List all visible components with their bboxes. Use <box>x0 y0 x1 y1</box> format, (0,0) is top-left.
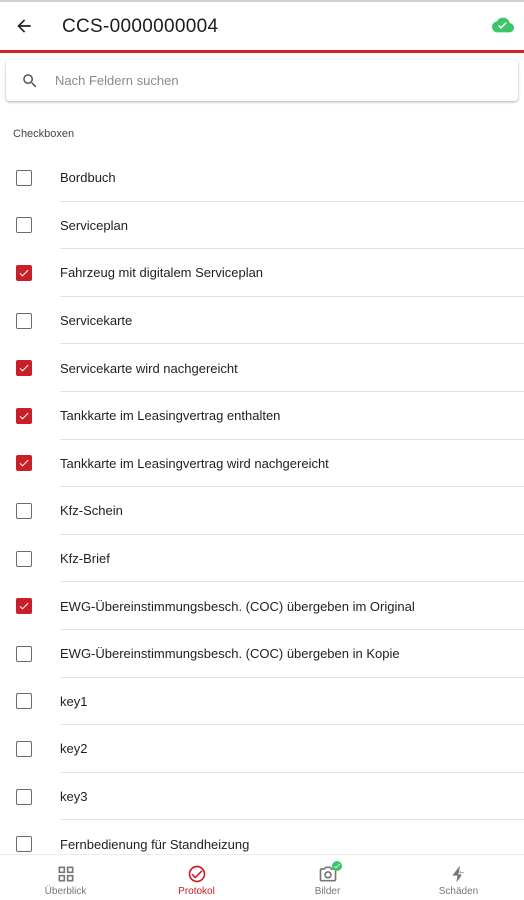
list-item[interactable]: Kfz-Brief <box>0 535 524 583</box>
checkbox-label: key2 <box>60 741 88 757</box>
check-circle-icon <box>188 865 205 883</box>
checkbox-label: Servicekarte <box>60 313 133 329</box>
checkbox-label: key3 <box>60 789 88 805</box>
nav-label-images: Bilder <box>314 886 341 897</box>
list-item[interactable]: key1 <box>0 678 524 726</box>
page-title: CCS-0000000004 <box>62 16 219 37</box>
checkbox[interactable] <box>16 217 32 234</box>
checkbox[interactable] <box>16 264 32 281</box>
lightning-icon <box>451 865 464 883</box>
checkbox-label: Fahrzeug mit digitalem Serviceplan <box>60 265 264 281</box>
list-item[interactable]: key2 <box>0 725 524 773</box>
checkbox-label: key1 <box>60 693 88 709</box>
checkbox[interactable] <box>16 740 32 757</box>
checkbox-label: Tankkarte im Leasingvertrag wird nachger… <box>60 455 329 471</box>
checkbox[interactable] <box>16 788 32 805</box>
checkbox[interactable] <box>16 360 32 377</box>
checkbox-list: Bordbuch Serviceplan Fahrzeug mit digita… <box>0 154 524 868</box>
list-item[interactable]: Kfz-Schein <box>0 487 524 535</box>
list-item[interactable]: Bordbuch <box>0 154 524 202</box>
checkbox-label: Kfz-Brief <box>60 551 110 567</box>
search-bar[interactable] <box>6 60 518 101</box>
checkbox-label: EWG-Übereinstimmungsbesch. (COC) übergeb… <box>60 646 400 662</box>
checkbox[interactable] <box>16 455 32 472</box>
grid-icon <box>58 866 73 882</box>
section-label: Checkboxen <box>13 128 75 140</box>
list-item[interactable]: Servicekarte wird nachgereicht <box>0 344 524 392</box>
list-item[interactable]: Tankkarte im Leasingvertrag enthalten <box>0 392 524 440</box>
checkbox[interactable] <box>16 502 32 519</box>
checkbox-label: Kfz-Schein <box>60 503 123 519</box>
list-item[interactable]: Servicekarte <box>0 297 524 345</box>
list-item[interactable]: Fahrzeug mit digitalem Serviceplan <box>0 249 524 297</box>
checkbox[interactable] <box>16 693 32 710</box>
checkbox-label: Fernbedienung für Standheizung <box>60 836 250 852</box>
list-item[interactable]: EWG-Übereinstimmungsbesch. (COC) übergeb… <box>0 582 524 630</box>
nav-item-overview[interactable]: Überblick <box>0 855 131 900</box>
checkbox[interactable] <box>16 598 32 615</box>
arrow-left-icon <box>17 19 31 33</box>
app-bar: CCS-0000000004 <box>0 0 524 52</box>
nav-label-overview: Überblick <box>44 886 87 897</box>
checkbox-label: Tankkarte im Leasingvertrag enthalten <box>60 408 281 424</box>
list-item[interactable]: EWG-Übereinstimmungsbesch. (COC) übergeb… <box>0 630 524 678</box>
checkbox[interactable] <box>16 407 32 424</box>
list-item[interactable]: Tankkarte im Leasingvertrag wird nachger… <box>0 440 524 488</box>
checkbox-label: Bordbuch <box>60 170 116 186</box>
checkbox[interactable] <box>16 169 32 186</box>
list-item[interactable]: Serviceplan <box>0 202 524 250</box>
nav-item-protocol[interactable]: Protokol <box>131 855 262 900</box>
checkbox[interactable] <box>16 312 32 329</box>
nav-label-damages: Schäden <box>438 886 479 897</box>
back-button[interactable] <box>8 10 40 42</box>
cloud-check-icon[interactable] <box>492 16 514 34</box>
checkbox-label: Serviceplan <box>60 217 128 233</box>
nav-item-images[interactable]: Bilder <box>262 855 393 900</box>
images-badge-check-icon <box>331 861 342 871</box>
header-accent-line <box>0 50 524 53</box>
list-item[interactable]: key3 <box>0 773 524 821</box>
bottom-nav: Überblick Protokol Bilder Schäden <box>0 854 524 900</box>
nav-label-protocol: Protokol <box>178 886 215 897</box>
search-input[interactable] <box>55 73 495 88</box>
nav-item-damages[interactable]: Schäden <box>393 855 524 900</box>
checkbox[interactable] <box>16 550 32 567</box>
checkbox[interactable] <box>16 645 32 662</box>
checkbox-label: EWG-Übereinstimmungsbesch. (COC) übergeb… <box>60 598 415 614</box>
search-icon <box>23 73 37 87</box>
checkbox[interactable] <box>16 836 32 853</box>
camera-icon-wrap <box>318 861 342 884</box>
checkbox-label: Servicekarte wird nachgereicht <box>60 360 238 376</box>
